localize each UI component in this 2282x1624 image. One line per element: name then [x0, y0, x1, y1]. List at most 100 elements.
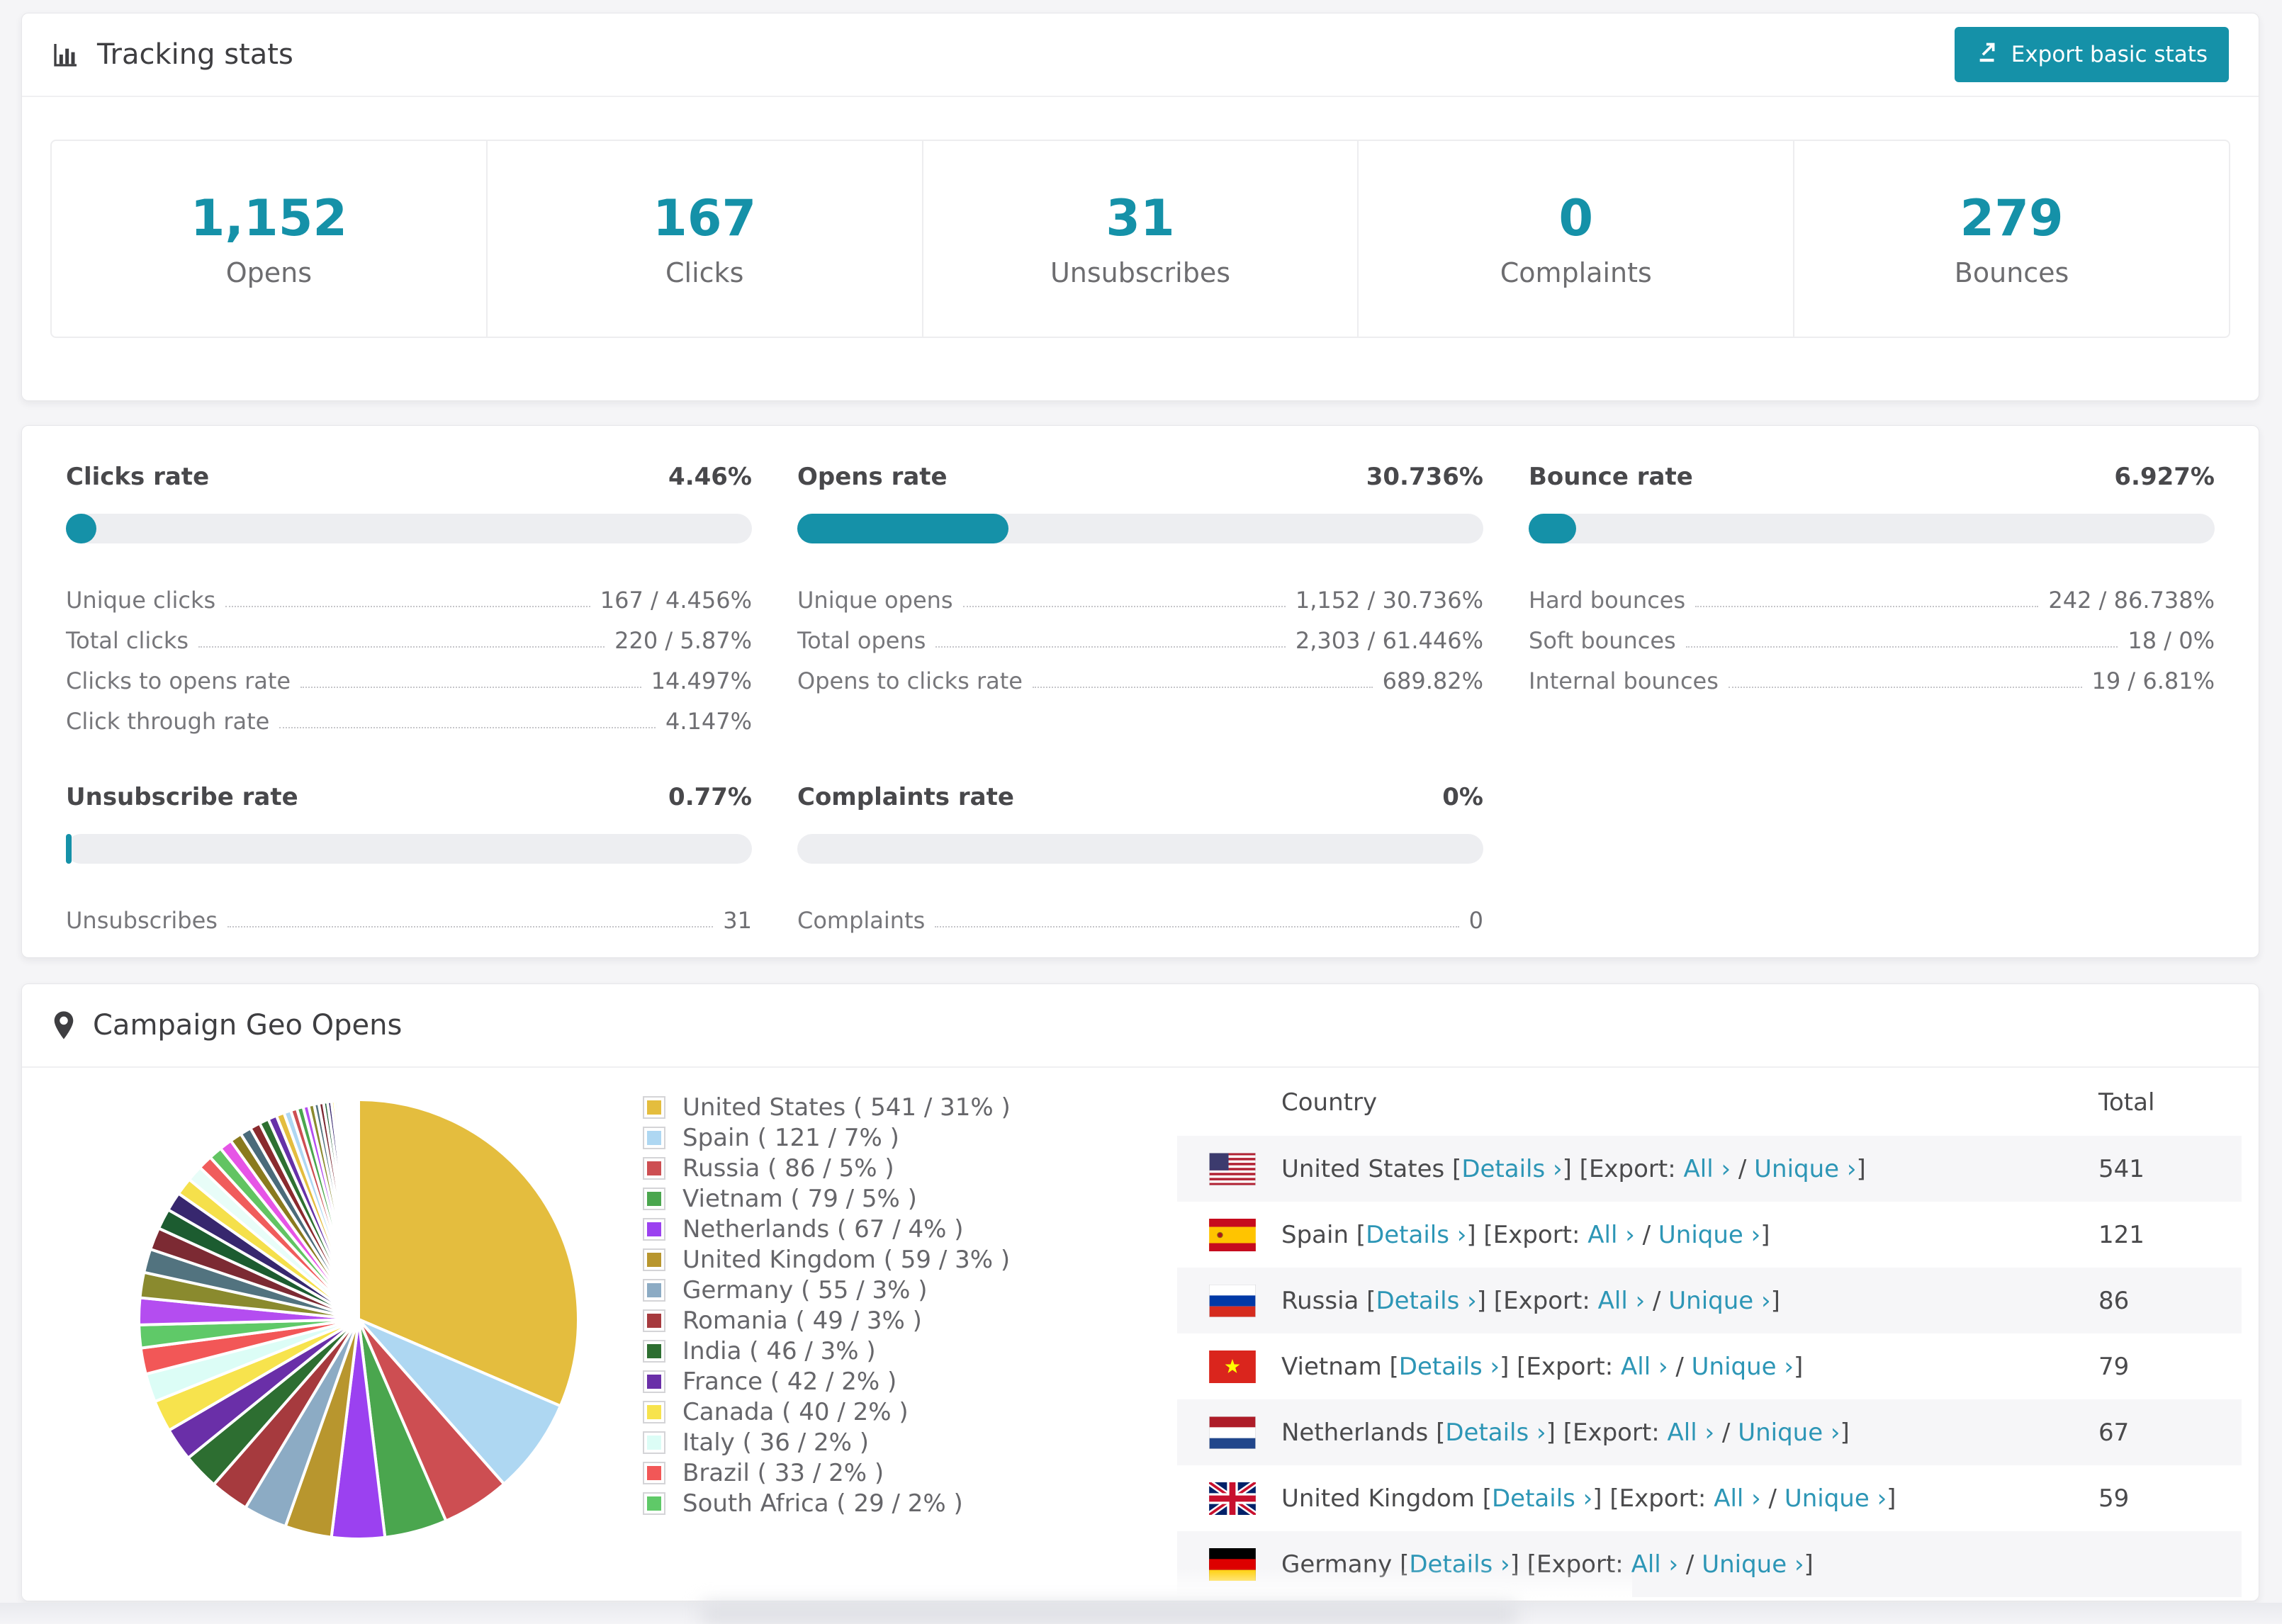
summary-value: 31	[1106, 189, 1175, 247]
export-unique-link[interactable]: Unique ›	[1754, 1155, 1856, 1183]
rates-grid: Clicks rate 4.46% Unique clicks 167 / 4.456…	[22, 426, 2259, 971]
geo-table-row-nl: Netherlands [Details ›] [Export: All › /…	[1177, 1399, 2242, 1465]
rate-row-label: Unique clicks	[66, 587, 216, 614]
export-unique-link[interactable]: Unique ›	[1784, 1484, 1887, 1513]
details-link[interactable]: Details ›	[1376, 1287, 1476, 1315]
geo-legend: United States ( 541 / 31% ) Spain ( 121 /…	[644, 1092, 1011, 1518]
summary-cell-unsubscribes: 31 Unsubscribes	[923, 141, 1359, 337]
details-link[interactable]: Details ›	[1492, 1484, 1592, 1513]
geo-table-row-es: Spain [Details ›] [Export: All › / Uniqu…	[1177, 1202, 2242, 1268]
rate-progress-track	[66, 514, 752, 543]
legend-swatch	[644, 1310, 664, 1331]
summary-label: Bounces	[1954, 257, 2069, 288]
geo-header: Campaign Geo Opens	[22, 984, 2259, 1068]
export-label: Export:	[1619, 1484, 1707, 1513]
rate-row: Complaints 0	[797, 893, 1483, 934]
rate-progress-track	[66, 834, 752, 864]
geo-title: Campaign Geo Opens	[52, 1009, 402, 1042]
country-name: United States	[1281, 1154, 1445, 1183]
export-label: Export:	[1493, 1220, 1580, 1249]
rate-progress-fill	[66, 834, 72, 864]
country-name: Vietnam	[1281, 1352, 1382, 1381]
rate-row-value: 167 / 4.456%	[600, 587, 752, 614]
rate-row: Total clicks 220 / 5.87%	[66, 614, 752, 654]
export-basic-stats-button[interactable]: Export basic stats	[1954, 27, 2229, 82]
country-total: 86	[2098, 1286, 2130, 1315]
geo-table-row-ru: Russia [Details ›] [Export: All › / Uniq…	[1177, 1268, 2242, 1333]
legend-label: Russia ( 86 / 5% )	[682, 1154, 894, 1183]
dotted-leader	[1032, 687, 1373, 688]
rate-row-label: Clicks to opens rate	[66, 667, 291, 694]
country-name: Netherlands	[1281, 1418, 1429, 1447]
rate-progress-fill	[797, 514, 1008, 543]
export-all-link[interactable]: All ›	[1631, 1550, 1679, 1579]
rate-progress-track	[797, 834, 1483, 864]
geo-card: Campaign Geo Opens United States ( 541 /…	[21, 983, 2259, 1601]
export-all-link[interactable]: All ›	[1621, 1353, 1668, 1381]
dotted-leader	[1685, 646, 2118, 648]
pie-slice	[356, 1098, 360, 1320]
export-all-link[interactable]: All ›	[1684, 1155, 1731, 1183]
legend-label: Vietnam ( 79 / 5% )	[682, 1184, 917, 1213]
rate-row-label: Unique opens	[797, 587, 953, 614]
export-unique-link[interactable]: Unique ›	[1738, 1419, 1840, 1447]
details-link[interactable]: Details ›	[1409, 1550, 1510, 1579]
details-link[interactable]: Details ›	[1461, 1155, 1562, 1183]
rate-value: 6.927%	[2114, 463, 2215, 491]
export-unique-link[interactable]: Unique ›	[1658, 1221, 1760, 1249]
legend-item: Romania ( 49 / 3% )	[644, 1305, 1011, 1336]
rate-value: 4.46%	[668, 463, 752, 491]
summary-value: 167	[653, 189, 757, 247]
rate-row-value: 689.82%	[1382, 667, 1483, 694]
rate-row-value: 31	[723, 907, 752, 934]
export-label: Export:	[1572, 1418, 1660, 1447]
export-all-link[interactable]: All ›	[1598, 1287, 1646, 1315]
rate-progress-track	[1529, 514, 2215, 543]
summary-row: 1,152 Opens 167 Clicks 31 Unsubscribes 0 Compla…	[50, 140, 2230, 338]
geo-pie-chart	[137, 1098, 580, 1540]
rate-row: Total opens 2,303 / 61.446%	[797, 614, 1483, 654]
export-all-link[interactable]: All ›	[1714, 1484, 1761, 1513]
legend-item: Spain ( 121 / 7% )	[644, 1122, 1011, 1153]
rate-block-unsubscribe-rate: Unsubscribe rate 0.77% Unsubscribes 31	[66, 783, 752, 934]
details-link[interactable]: Details ›	[1445, 1419, 1546, 1447]
rate-row: Hard bounces 242 / 86.738%	[1529, 573, 2215, 614]
rate-row-value: 2,303 / 61.446%	[1295, 627, 1483, 654]
summary-label: Clicks	[665, 257, 744, 288]
legend-swatch	[644, 1462, 664, 1483]
rate-row: Unique opens 1,152 / 30.736%	[797, 573, 1483, 614]
bar-chart-icon	[52, 40, 80, 69]
legend-label: United States ( 541 / 31% )	[682, 1093, 1011, 1122]
tracking-stats-card: Tracking stats Export basic stats 1,152 O…	[21, 13, 2259, 401]
rate-row-value: 0	[1468, 907, 1483, 934]
export-unique-link[interactable]: Unique ›	[1668, 1287, 1770, 1315]
map-pin-icon	[52, 1010, 76, 1040]
country-total: 67	[2098, 1418, 2130, 1447]
rate-row-label: Total opens	[797, 627, 926, 654]
geo-table-row-gb: United Kingdom [Details ›] [Export: All …	[1177, 1465, 2242, 1531]
country-name: Germany	[1281, 1550, 1393, 1579]
export-unique-link[interactable]: Unique ›	[1702, 1550, 1804, 1579]
legend-swatch	[644, 1280, 664, 1300]
legend-item: Russia ( 86 / 5% )	[644, 1153, 1011, 1183]
legend-swatch	[644, 1097, 664, 1117]
export-all-link[interactable]: All ›	[1587, 1221, 1635, 1249]
summary-value: 1,152	[190, 189, 348, 247]
geo-table: Country Total United States [Details ›] …	[1177, 1069, 2242, 1597]
export-all-link[interactable]: All ›	[1668, 1419, 1715, 1447]
export-unique-link[interactable]: Unique ›	[1692, 1353, 1794, 1381]
dotted-leader	[935, 926, 1459, 927]
rate-row-label: Total clicks	[66, 627, 189, 654]
country-name: United Kingdom	[1281, 1484, 1475, 1513]
legend-label: Spain ( 121 / 7% )	[682, 1123, 899, 1152]
legend-swatch	[644, 1219, 664, 1239]
summary-cell-clicks: 167 Clicks	[488, 141, 923, 337]
flag-icon-gb	[1209, 1482, 1256, 1515]
summary-cell-opens: 1,152 Opens	[52, 141, 488, 337]
legend-item: Italy ( 36 / 2% )	[644, 1427, 1011, 1457]
legend-swatch	[644, 1402, 664, 1422]
details-link[interactable]: Details ›	[1366, 1221, 1466, 1249]
details-link[interactable]: Details ›	[1399, 1353, 1500, 1381]
legend-swatch	[644, 1493, 664, 1513]
legend-item: Netherlands ( 67 / 4% )	[644, 1214, 1011, 1244]
